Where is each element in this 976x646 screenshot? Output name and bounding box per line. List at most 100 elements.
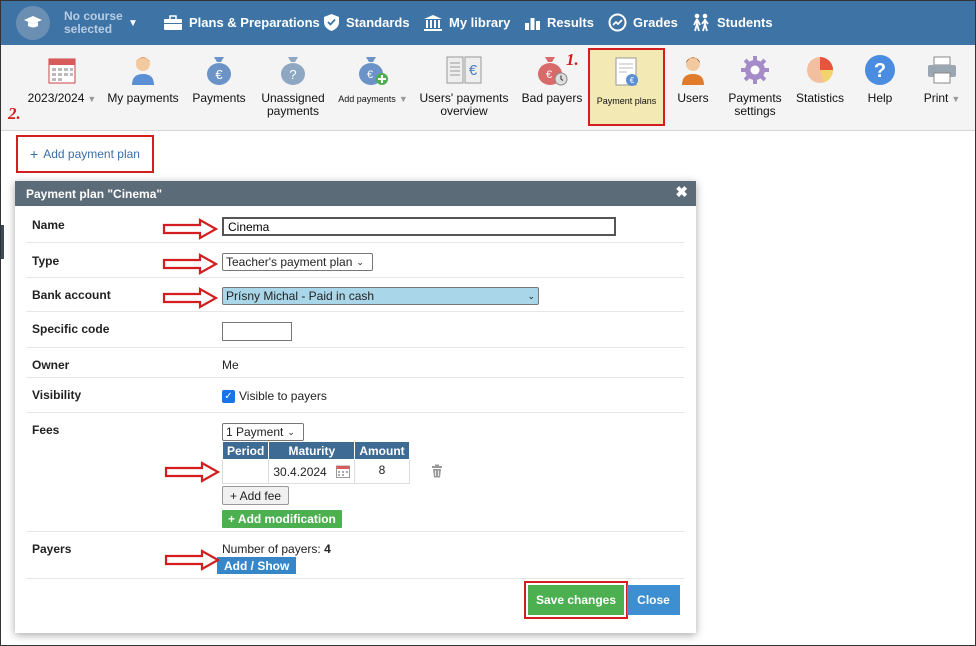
- add-payment-plan-label: Add payment plan: [43, 147, 140, 161]
- nav-plans-preparations[interactable]: Plans & Preparations: [163, 0, 320, 45]
- add-fee-label: + Add fee: [230, 488, 282, 503]
- owner-label: Owner: [32, 358, 70, 372]
- fees-label: Fees: [32, 423, 60, 437]
- nav-standards[interactable]: Standards: [323, 0, 410, 45]
- payment-plan-dialog: Payment plan "Cinema" ✖ Name Type Teache…: [15, 181, 696, 633]
- my-payments-button[interactable]: My payments: [105, 53, 181, 105]
- add-payments-button[interactable]: € Add payments ▼: [334, 53, 412, 106]
- print-label: Print: [923, 91, 949, 105]
- course-selector[interactable]: No course selected ▼: [16, 6, 138, 40]
- arrow-right-icon: [164, 461, 220, 483]
- users-button[interactable]: Users: [670, 53, 716, 105]
- dialog-title: Payment plan "Cinema": [26, 186, 163, 201]
- print-button[interactable]: Print ▼: [914, 53, 970, 106]
- sidebar-edge: [0, 225, 4, 259]
- chevron-down-icon: ⌄: [356, 256, 364, 267]
- add-show-payers-button[interactable]: Add / Show: [217, 557, 297, 574]
- top-navigation: No course selected ▼ Plans & Preparations…: [0, 0, 976, 45]
- svg-text:€: €: [546, 69, 552, 81]
- fees-header-period: Period: [221, 441, 270, 460]
- fees-header-maturity: Maturity: [268, 441, 356, 460]
- visibility-value: Visible to payers: [239, 389, 327, 403]
- calendar-icon[interactable]: [336, 465, 351, 478]
- chevron-down-icon: ▼: [951, 94, 961, 104]
- fee-amount[interactable]: 8: [354, 459, 410, 484]
- nav-plans-label: Plans & Preparations: [189, 15, 320, 30]
- arrow-right-icon: [162, 253, 218, 275]
- svg-text:€: €: [367, 69, 373, 81]
- chevron-down-icon: ⌄: [527, 290, 535, 301]
- bank-account-row: Bank account Prísny Michal - Paid in cas…: [26, 278, 684, 312]
- grades-icon: [608, 13, 627, 32]
- chevron-down-icon: ▼: [128, 17, 138, 29]
- visibility-checkbox-group: ✓ Visible to payers: [222, 389, 327, 403]
- statistics-button[interactable]: Statistics: [792, 53, 848, 105]
- add-money-bag-icon: €: [334, 53, 412, 87]
- overview-book-icon: €: [416, 53, 512, 87]
- year-selector[interactable]: 2023/2024 ▼: [23, 53, 101, 106]
- nav-results[interactable]: Results: [524, 0, 594, 45]
- users-icon: [670, 53, 716, 87]
- svg-text:€: €: [629, 76, 634, 85]
- save-highlight: Save changes: [524, 581, 628, 619]
- unassigned-payments-button[interactable]: ? Unassigned payments: [256, 53, 330, 118]
- visibility-label: Visibility: [32, 388, 82, 402]
- type-label: Type: [32, 254, 60, 268]
- nav-my-library[interactable]: My library: [423, 0, 510, 45]
- fee-maturity[interactable]: 30.4.2024: [273, 465, 326, 479]
- specific-code-field[interactable]: [222, 322, 292, 341]
- fee-period[interactable]: [221, 459, 270, 484]
- payments-settings-button[interactable]: Payments settings: [722, 53, 788, 118]
- payments-label: Payments: [192, 91, 246, 105]
- svg-text:€: €: [215, 67, 223, 82]
- nav-standards-label: Standards: [346, 15, 410, 30]
- payments-button[interactable]: € Payments: [186, 53, 252, 105]
- students-icon: [693, 13, 709, 32]
- help-label: Help: [867, 91, 893, 105]
- fees-row: Fees 1 Payment ⌄ Period Maturity Amount 3…: [26, 413, 684, 532]
- payers-count-value: 4: [324, 542, 331, 556]
- payers-label: Payers: [32, 542, 72, 556]
- my-payments-label: My payments: [107, 91, 179, 105]
- close-icon[interactable]: ✖: [675, 185, 688, 200]
- bank-account-select[interactable]: Prísny Michal - Paid in cash ⌄: [222, 287, 539, 305]
- visible-checkbox[interactable]: ✓: [222, 389, 235, 403]
- svg-text:?: ?: [874, 60, 886, 82]
- printer-icon: [914, 53, 970, 87]
- save-changes-button[interactable]: Save changes: [528, 585, 624, 615]
- payment-plans-button[interactable]: € Payment plans: [588, 48, 665, 126]
- help-button[interactable]: ? Help: [860, 53, 900, 105]
- add-modification-button[interactable]: + Add modification: [222, 510, 342, 528]
- payments-toolbar: 2023/2024 ▼ My payments € Payments ? Unas…: [0, 45, 976, 131]
- bad-payers-label: Bad payers: [521, 91, 583, 105]
- close-button[interactable]: Close: [627, 585, 680, 615]
- dialog-header: Payment plan "Cinema" ✖: [15, 181, 696, 206]
- nav-grades[interactable]: Grades: [608, 0, 678, 45]
- step-2-annotation: 2.: [8, 104, 21, 123]
- name-field[interactable]: [222, 217, 616, 236]
- nav-grades-label: Grades: [633, 15, 678, 30]
- save-changes-label: Save changes: [535, 593, 617, 607]
- course-label: No course selected: [64, 9, 123, 36]
- add-fee-button[interactable]: + Add fee: [222, 486, 290, 505]
- nav-students[interactable]: Students: [691, 0, 773, 45]
- trash-icon[interactable]: [431, 464, 443, 478]
- add-payment-plan-button[interactable]: + Add payment plan: [16, 135, 154, 173]
- unassigned-label-2: payments: [266, 104, 320, 118]
- settings-label-2: settings: [734, 104, 776, 118]
- name-label: Name: [32, 218, 65, 232]
- owner-value: Me: [222, 358, 239, 372]
- users-overview-label-1: Users' payments: [419, 91, 509, 105]
- type-select[interactable]: Teacher's payment plan ⌄: [222, 253, 373, 271]
- close-label: Close: [637, 593, 670, 607]
- user-icon: [105, 53, 181, 87]
- plus-icon: +: [30, 146, 39, 162]
- fees-count-select[interactable]: 1 Payment ⌄: [222, 423, 304, 441]
- bar-chart-icon: [525, 17, 540, 30]
- fees-count-value: 1 Payment: [226, 425, 284, 439]
- specific-code-label: Specific code: [32, 322, 110, 336]
- users-payments-overview-button[interactable]: € Users' payments overview: [416, 53, 512, 118]
- add-modification-label: + Add modification: [228, 512, 336, 526]
- nav-results-label: Results: [547, 15, 594, 30]
- svg-text:€: €: [469, 62, 478, 79]
